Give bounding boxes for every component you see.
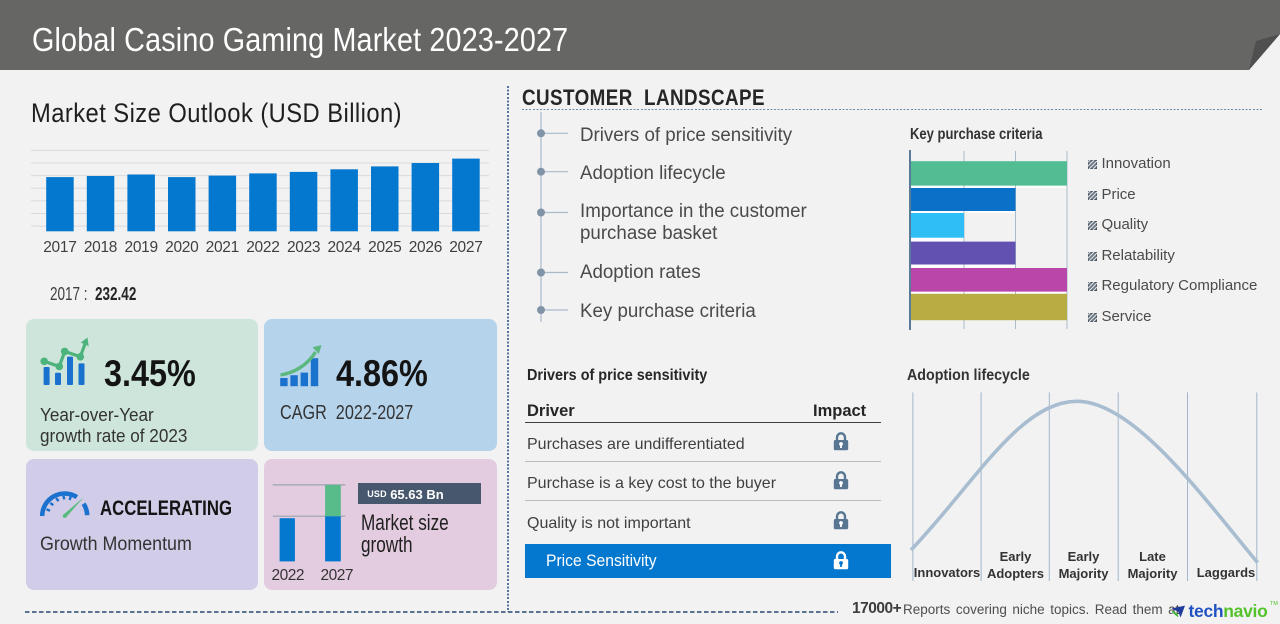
svg-text:technavio: technavio xyxy=(1189,601,1268,621)
svg-text:TM: TM xyxy=(1270,601,1278,607)
